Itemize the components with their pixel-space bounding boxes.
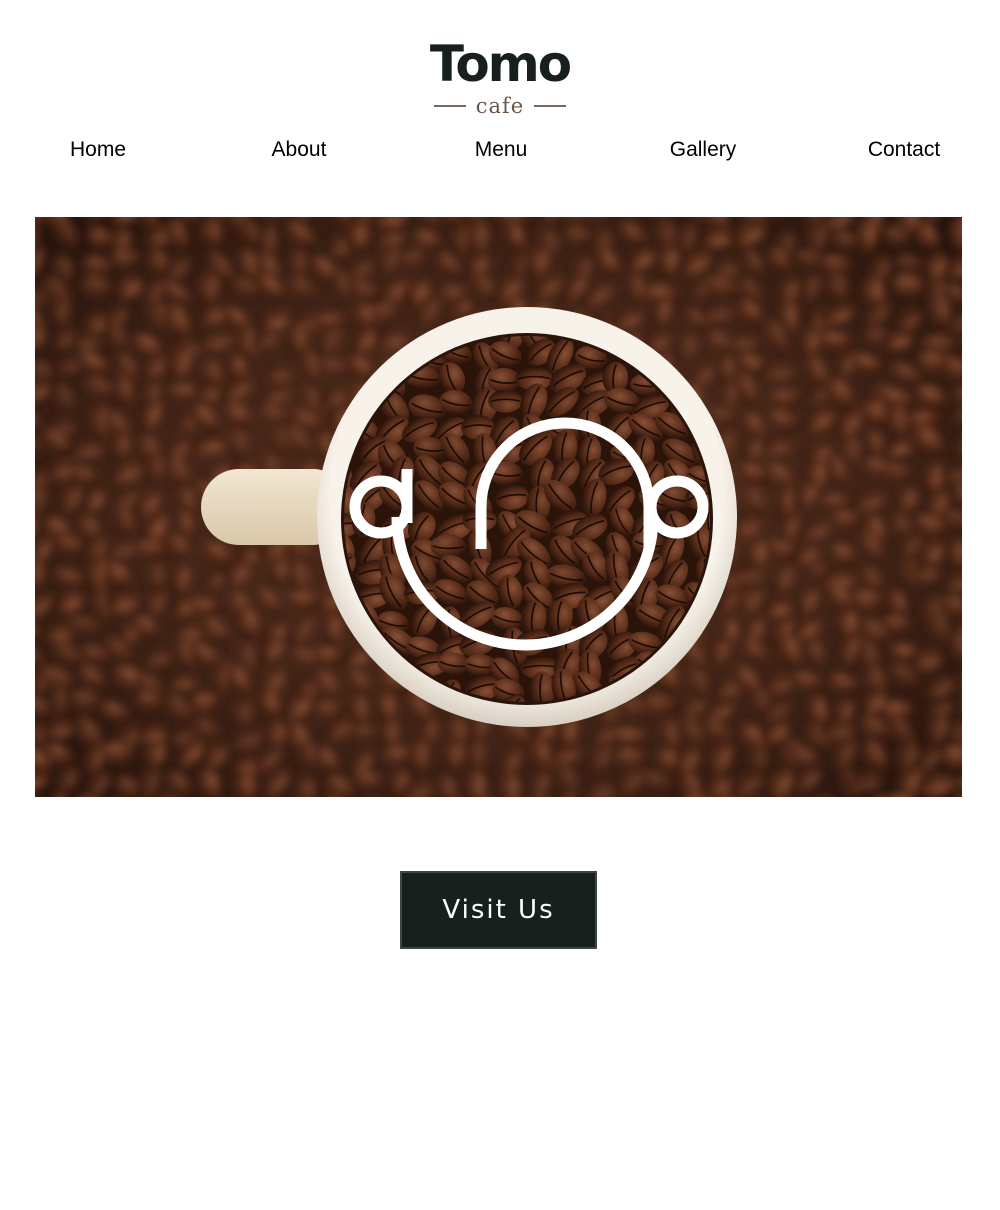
visit-us-button[interactable]: Visit Us [400,871,597,949]
site-logo[interactable]: Tomo cafe [0,34,1000,118]
coffee-beans-photo [35,217,962,797]
logo-subtitle: cafe [433,94,567,118]
nav-item-gallery[interactable]: Gallery [623,136,783,164]
nav-item-about[interactable]: About [219,136,379,164]
nav-item-home[interactable]: Home [18,136,178,164]
hero-image [35,217,962,797]
main-nav: Home About Menu Gallery Contact [0,136,1000,166]
logo-subtitle-text: cafe [475,94,525,118]
logo-divider-left [433,105,466,107]
nav-item-contact[interactable]: Contact [824,136,984,164]
nav-item-menu[interactable]: Menu [421,136,581,164]
logo-divider-right [534,105,567,107]
logo-title: Tomo [429,35,572,93]
